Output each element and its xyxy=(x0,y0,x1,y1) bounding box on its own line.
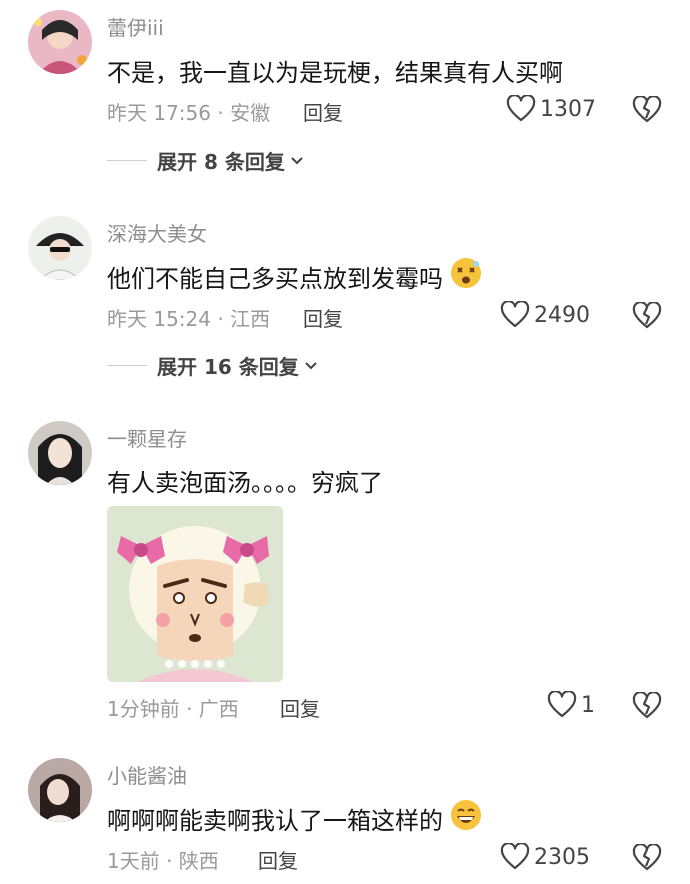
username[interactable]: 蕾伊iii xyxy=(107,12,164,41)
like-button[interactable]: 1 xyxy=(547,691,595,719)
expand-replies-label: 展开 16 条回复 xyxy=(157,355,299,379)
comment-text-body: 他们不能自己多买点放到发霉吗 xyxy=(107,264,443,293)
avatar[interactable] xyxy=(28,758,92,822)
time-location: 1天前 · 陕西 xyxy=(107,849,219,873)
avatar[interactable] xyxy=(28,10,92,74)
avatar[interactable] xyxy=(28,421,92,485)
expand-replies-button[interactable]: 展开 16 条回复 xyxy=(107,351,319,380)
reply-button[interactable]: 回复 xyxy=(303,97,343,126)
expand-replies-button[interactable]: 展开 8 条回复 xyxy=(107,146,305,175)
reply-button[interactable]: 回复 xyxy=(258,845,298,874)
heart-outline-icon xyxy=(500,843,530,870)
divider-line xyxy=(107,160,147,161)
heart-outline-icon xyxy=(547,691,577,718)
time-location: 1分钟前 · 广西 xyxy=(107,697,239,721)
dislike-button[interactable] xyxy=(632,95,662,128)
dizzy-face-emoji xyxy=(449,256,483,296)
time-location: 昨天 15:24 · 江西 xyxy=(107,307,271,331)
like-count: 1307 xyxy=(540,96,596,122)
like-count: 2490 xyxy=(534,302,590,328)
grinning-squinting-emoji xyxy=(449,798,483,838)
image-carousel-dots xyxy=(107,660,283,668)
comment-text-body: 不是，我一直以为是玩梗，结果真有人买啊 xyxy=(107,59,563,87)
broken-heart-icon xyxy=(632,843,662,871)
comment-text: 他们不能自己多买点放到发霉吗 xyxy=(107,256,483,296)
comment-meta: 昨天 17:56 · 安徽 xyxy=(107,97,270,126)
like-button[interactable]: 1307 xyxy=(506,95,596,123)
username[interactable]: 深海大美女 xyxy=(107,218,207,247)
broken-heart-icon xyxy=(632,95,662,123)
chevron-down-icon xyxy=(305,361,317,369)
like-count: 2305 xyxy=(534,844,590,870)
reply-button[interactable]: 回复 xyxy=(303,303,343,332)
comment-meta: 1分钟前 · 广西 xyxy=(107,693,239,722)
divider-line xyxy=(107,365,147,366)
dislike-button[interactable] xyxy=(632,301,662,334)
comment-text: 不是，我一直以为是玩梗，结果真有人买啊 xyxy=(107,53,563,88)
comment-text: 啊啊啊能卖啊我认了一箱这样的 xyxy=(107,798,483,838)
username[interactable]: 一颗星存 xyxy=(107,423,187,452)
expand-replies-label: 展开 8 条回复 xyxy=(157,150,285,174)
comment-meta: 昨天 15:24 · 江西 xyxy=(107,303,270,332)
dislike-button[interactable] xyxy=(632,843,662,876)
dislike-button[interactable] xyxy=(632,691,662,724)
comment-text: 有人卖泡面汤。。。。穷疯了 xyxy=(107,463,383,498)
chevron-down-icon xyxy=(291,156,303,164)
comment-image[interactable] xyxy=(107,506,283,682)
heart-outline-icon xyxy=(506,95,536,122)
like-count: 1 xyxy=(581,692,595,718)
heart-outline-icon xyxy=(500,301,530,328)
broken-heart-icon xyxy=(632,301,662,329)
like-button[interactable]: 2490 xyxy=(500,301,590,329)
comment-meta: 1天前 · 陕西 xyxy=(107,845,219,874)
reply-button[interactable]: 回复 xyxy=(280,693,320,722)
avatar[interactable] xyxy=(28,216,92,280)
like-button[interactable]: 2305 xyxy=(500,843,590,871)
broken-heart-icon xyxy=(632,691,662,719)
comment-text-body: 有人卖泡面汤。。。。穷疯了 xyxy=(107,469,383,497)
username[interactable]: 小能酱油 xyxy=(107,760,187,789)
time-location: 昨天 17:56 · 安徽 xyxy=(107,101,271,125)
comment-text-body: 啊啊啊能卖啊我认了一箱这样的 xyxy=(107,806,443,835)
